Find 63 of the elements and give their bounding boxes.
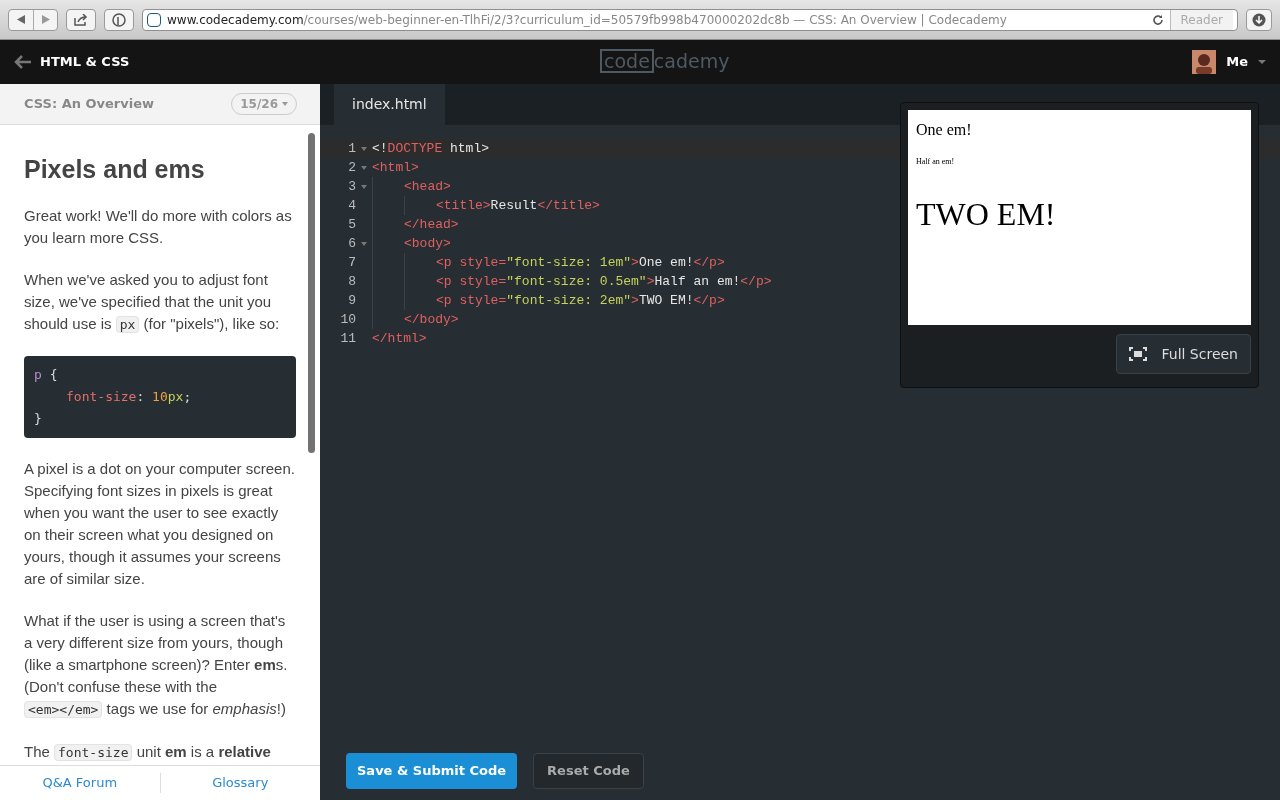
- line-number: 6: [347, 234, 356, 253]
- submit-button[interactable]: Save & Submit Code: [346, 752, 518, 789]
- caret-icon[interactable]: [1258, 59, 1266, 65]
- downloads-button[interactable]: [1246, 8, 1272, 31]
- fold-icon[interactable]: [361, 146, 367, 151]
- reset-button[interactable]: Reset Code: [533, 752, 644, 789]
- back-forward-buttons[interactable]: [8, 8, 58, 31]
- lesson-paragraph: What if the user is using a screen that's a very different size from yours, though (like a smartphone screen)? Enter ems. (Don't confuse these with the <em></em> tags we use for emphasis!): [24, 610, 289, 720]
- code-line: <p style="font-size: 2em">TWO EM!</p>: [372, 290, 725, 311]
- line-number: 7: [347, 253, 356, 272]
- line-number: 11: [339, 329, 356, 348]
- preview-text: TWO EM!: [916, 195, 1057, 234]
- code-line: <title>Result</title>: [372, 195, 600, 216]
- download-icon: [1252, 12, 1266, 27]
- code-line: <p style="font-size: 0.5em">Half an em!</p>: [372, 271, 772, 292]
- fold-icon[interactable]: [361, 184, 367, 189]
- code-line: <!DOCTYPE html>: [372, 139, 490, 158]
- line-number: 9: [347, 291, 356, 310]
- code-line: <html>: [372, 158, 419, 177]
- logo-code: code: [600, 49, 654, 73]
- code-block: p { font-size: 10px; }: [24, 355, 296, 438]
- line-number: 5: [347, 215, 356, 234]
- footer-link[interactable]: Q&A Forum: [0, 773, 160, 793]
- line-number: 4: [347, 196, 356, 215]
- line-number: 1: [347, 139, 356, 158]
- reload-icon[interactable]: [1151, 13, 1164, 26]
- fold-icon[interactable]: [361, 241, 367, 246]
- caret-icon: [282, 102, 288, 106]
- lesson-paragraph: Great work! We'll do more with colors as you learn more CSS.: [24, 205, 293, 248]
- code-line: <body>: [372, 233, 451, 254]
- arrow-left-icon: [14, 55, 32, 69]
- section-title: CSS: An Overview: [24, 95, 154, 114]
- user-name[interactable]: Me: [1226, 52, 1248, 72]
- lesson-paragraph: A pixel is a dot on your computer screen. Specifying font sizes in pixels is great when you want the user to see exactly on their screen what you designed on yours, though it assumes your screens are of similar size.: [24, 458, 296, 589]
- code-line: </body>: [372, 309, 459, 330]
- favicon-icon: [147, 12, 161, 27]
- logo-cademy: cademy: [653, 51, 730, 71]
- file-tab[interactable]: index.html: [334, 84, 445, 125]
- address-bar[interactable]: www.codecademy.com/courses/web-beginner-en-TlhFi/2/3?curriculum_id=50579fb998b470000202dc8b — CSS: An Overview | Codecademy Reader: [142, 8, 1238, 31]
- fullscreen-button[interactable]: Full Screen: [1116, 334, 1251, 374]
- preview-text: Half an em!: [916, 156, 956, 168]
- code-line: </head>: [372, 214, 459, 235]
- code-line: <head>: [372, 176, 451, 197]
- line-number: 10: [339, 310, 356, 329]
- code-line: <p style="font-size: 1em">One em!</p>: [372, 252, 725, 273]
- preview-text: One em!: [916, 120, 973, 140]
- fullscreen-icon: [1129, 347, 1148, 361]
- line-number: 2: [347, 158, 356, 177]
- footer-link[interactable]: Glossary: [159, 773, 320, 793]
- line-number: 8: [347, 272, 356, 291]
- share-button[interactable]: [66, 8, 96, 31]
- lesson-paragraph: The font-size unit em is a relative: [24, 741, 272, 763]
- url-text: www.codecademy.com/courses/web-beginner-en-TlhFi/2/3?curriculum_id=50579fb998b470000202dc8b — CSS: An Overview | Codecademy: [167, 11, 1008, 29]
- pin-button[interactable]: [104, 8, 134, 31]
- lesson-title: Pixels and ems: [24, 154, 206, 185]
- scrollbar-thumb[interactable]: [308, 133, 315, 453]
- lesson-paragraph: When we've asked you to adjust font size, we've specified that the unit you should use is px (for "pixels"), like so:: [24, 269, 281, 335]
- back-link[interactable]: HTML & CSS: [14, 52, 130, 72]
- line-number: 3: [347, 177, 356, 196]
- avatar[interactable]: [1192, 50, 1217, 74]
- code-line: </html>: [372, 329, 427, 348]
- fold-icon[interactable]: [361, 165, 367, 170]
- share-icon: [74, 13, 88, 26]
